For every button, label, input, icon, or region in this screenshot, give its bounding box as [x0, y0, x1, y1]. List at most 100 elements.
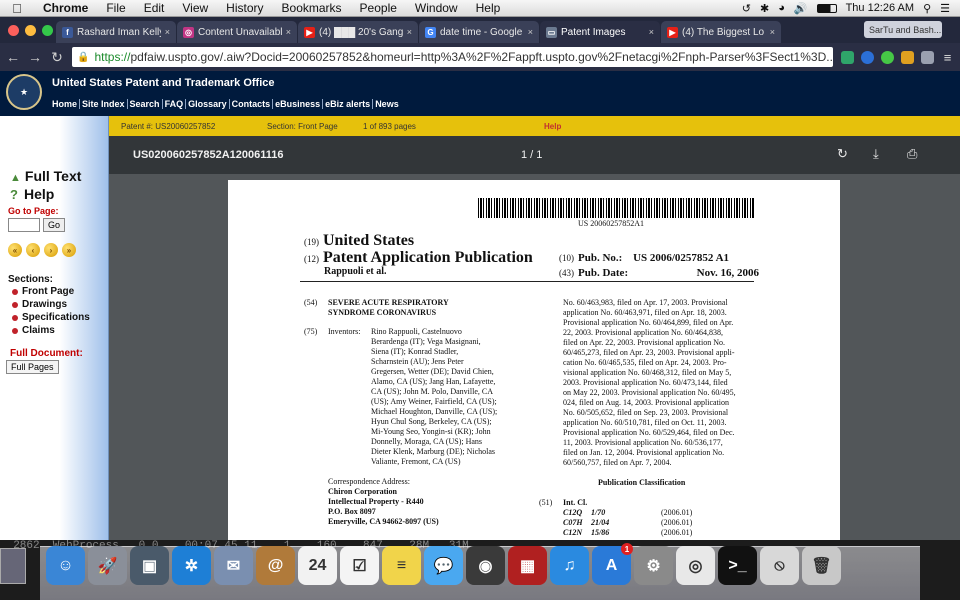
dock-terminal-icon[interactable]: >_: [718, 546, 757, 585]
lock-icon[interactable]: 🔒: [77, 52, 89, 63]
menu-file[interactable]: File: [97, 1, 134, 15]
tab-close-icon[interactable]: ×: [165, 27, 170, 37]
dock-launchpad-icon[interactable]: 🚀: [88, 546, 127, 585]
uspto-link-site-index[interactable]: Site Index: [80, 99, 128, 109]
uspto-link-ebusiness[interactable]: eBusiness: [273, 99, 324, 109]
related-applications-text: No. 60/463,983, filed on Apr. 17, 2003. …: [563, 298, 763, 468]
last-page-icon[interactable]: »: [62, 243, 76, 257]
tab-close-icon[interactable]: ×: [286, 27, 291, 37]
uspto-link-search[interactable]: Search: [128, 99, 163, 109]
tab-close-icon[interactable]: ×: [649, 27, 654, 37]
volume-icon[interactable]: 🔊: [794, 2, 808, 15]
extension-cast-icon[interactable]: [841, 50, 854, 64]
inventors-list: Rino Rappuoli, Castelnuovo Berardenga (IT…: [371, 327, 521, 467]
dock-contacts-icon[interactable]: @: [256, 546, 295, 585]
zoom-window-button[interactable]: [42, 25, 53, 36]
menu-window[interactable]: Window: [406, 1, 467, 15]
dock-reminders-icon[interactable]: ☑: [340, 546, 379, 585]
tab-close-icon[interactable]: ×: [528, 27, 533, 37]
prev-page-icon[interactable]: ‹: [26, 243, 40, 257]
tab-5[interactable]: ▶ (4) The Biggest Lo ×: [661, 21, 781, 43]
dock-photo-booth-icon[interactable]: ▣: [130, 546, 169, 585]
pdf-viewer[interactable]: US020060257852A120061116 1 / 1 ↻ ⤓ ⎙ US …: [109, 136, 960, 540]
go-button[interactable]: Go: [43, 218, 66, 232]
correspondence-line: Intellectual Property - R440: [328, 497, 424, 506]
download-icon[interactable]: ⤓: [873, 146, 879, 162]
apple-icon[interactable]: : [0, 1, 34, 16]
print-icon[interactable]: ⎙: [907, 146, 917, 162]
menu-history[interactable]: History: [217, 1, 272, 15]
dock-trash-icon[interactable]: 🗑: [802, 546, 841, 585]
menu-people[interactable]: People: [351, 1, 406, 15]
tab-close-icon[interactable]: ×: [770, 27, 775, 37]
extension-key-icon[interactable]: [901, 50, 914, 64]
dock-app-store-icon[interactable]: A1: [592, 543, 633, 585]
time-machine-icon[interactable]: ↺: [742, 2, 751, 15]
dock-system-preferences-icon[interactable]: ⚙: [634, 546, 673, 585]
help-link[interactable]: ? Help: [10, 186, 54, 202]
dock-safari-icon[interactable]: ✲: [172, 546, 211, 585]
section-claims-link[interactable]: Claims: [12, 325, 55, 336]
wifi-icon[interactable]: ◕: [778, 2, 785, 14]
rotate-icon[interactable]: ↻: [837, 146, 848, 162]
uspto-link-news[interactable]: News: [373, 99, 401, 109]
section-front-page-link[interactable]: Front Page: [12, 286, 74, 297]
menu-bookmarks[interactable]: Bookmarks: [273, 1, 351, 15]
chrome-menu-icon[interactable]: ≡: [941, 51, 954, 64]
back-icon[interactable]: ←: [6, 49, 20, 65]
extension-box-icon[interactable]: [921, 50, 934, 64]
dock-itunes-icon[interactable]: ♫: [550, 546, 589, 585]
section-specifications-link[interactable]: Specifications: [12, 312, 90, 323]
menu-view[interactable]: View: [173, 1, 217, 15]
menu-edit[interactable]: Edit: [135, 1, 174, 15]
forward-icon[interactable]: →: [28, 49, 42, 65]
dock-calendar-icon[interactable]: 24: [298, 546, 337, 585]
profile-button[interactable]: SarTu and Bash...: [864, 21, 942, 38]
clock[interactable]: Thu 12:26 AM: [846, 2, 915, 14]
uspto-link-faq[interactable]: FAQ: [163, 99, 187, 109]
menu-help[interactable]: Help: [467, 1, 510, 15]
next-page-icon[interactable]: ›: [44, 243, 58, 257]
bluetooth-icon[interactable]: ✱: [760, 2, 769, 15]
dock-messages-icon[interactable]: 💬: [424, 546, 463, 585]
tab-1[interactable]: ◎ Content Unavailable ×: [177, 21, 297, 43]
desktop-thumbnail[interactable]: [0, 548, 26, 584]
tab-4[interactable]: ▭ Patent Images ×: [540, 21, 660, 43]
spotlight-icon[interactable]: ⚲: [923, 2, 931, 15]
dock-mail-stamp-icon[interactable]: ✉: [214, 546, 253, 585]
full-text-link[interactable]: ▲ Full Text: [10, 168, 81, 184]
full-pages-button[interactable]: Full Pages: [6, 360, 59, 374]
notification-center-icon[interactable]: ☰: [940, 2, 950, 15]
go-to-page-input[interactable]: [8, 218, 40, 232]
battery-icon[interactable]: [816, 3, 837, 13]
tab-2[interactable]: ▶ (4) ███ 20's Gang ×: [298, 21, 418, 43]
dock-facetime-icon[interactable]: ◉: [466, 546, 505, 585]
uspto-link-contacts[interactable]: Contacts: [230, 99, 274, 109]
uspto-seal-logo[interactable]: ★: [6, 74, 42, 110]
dock-finder-icon[interactable]: ☺: [46, 546, 85, 585]
close-window-button[interactable]: [8, 25, 19, 36]
tab-3[interactable]: Gdate time - Google S ×: [419, 21, 539, 43]
dock-chrome-icon[interactable]: ◎: [676, 546, 715, 585]
menu-app-name[interactable]: Chrome: [34, 1, 97, 15]
uspto-link-home[interactable]: Home: [50, 99, 81, 109]
first-page-icon[interactable]: «: [8, 243, 22, 257]
tab-close-icon[interactable]: ×: [407, 27, 412, 37]
publication-kind: Patent Application Publication: [323, 249, 533, 266]
infobar-help-link[interactable]: Help: [544, 122, 561, 131]
extension-shield-icon[interactable]: [861, 50, 874, 64]
extension-green-dot-icon[interactable]: [881, 50, 894, 64]
tab-0[interactable]: f Rashard Iman Kelly ×: [56, 21, 176, 43]
minimize-window-button[interactable]: [25, 25, 36, 36]
dock-photos-icon[interactable]: ▦: [508, 546, 547, 585]
section-drawings-link[interactable]: Drawings: [12, 299, 67, 310]
inventor-line: Valiante, Fremont, CA (US): [371, 457, 461, 466]
menubar-status-area: ↺ ✱ ◕ 🔊 Thu 12:26 AM ⚲ ☰: [742, 2, 960, 15]
dock-no-entry-icon[interactable]: ⦸: [760, 546, 799, 585]
uspto-link-glossary[interactable]: Glossary: [186, 99, 230, 109]
reload-icon[interactable]: ↻: [50, 49, 64, 66]
uspto-title[interactable]: United States Patent and Trademark Offic…: [52, 77, 275, 89]
uspto-link-ebiz-alerts[interactable]: eBiz alerts: [323, 99, 374, 109]
dock-notes-icon[interactable]: ≡: [382, 546, 421, 585]
address-bar[interactable]: 🔒 https://pdfaiw.uspto.gov/.aiw?Docid=20…: [72, 47, 833, 67]
